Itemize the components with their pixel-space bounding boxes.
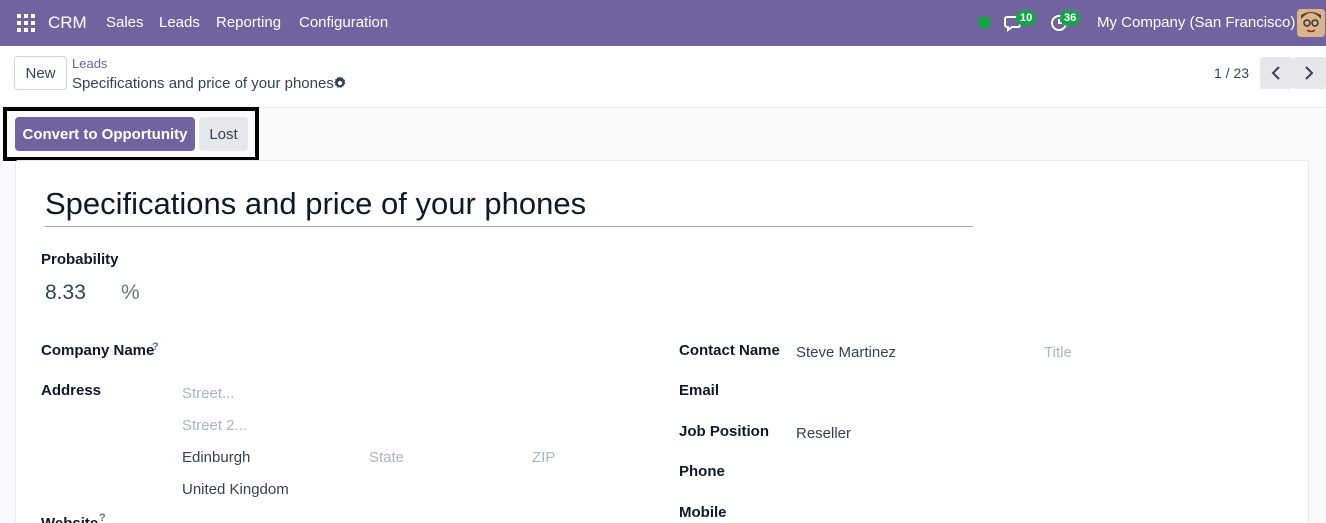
menu-leads[interactable]: Leads (159, 14, 200, 31)
chevron-right-icon (1305, 66, 1314, 80)
contact-name-label: Contact Name (679, 342, 780, 359)
lost-button[interactable]: Lost (199, 117, 248, 151)
control-panel: New Leads Specifications and price of yo… (0, 46, 1326, 108)
country-input[interactable]: United Kingdom (182, 481, 289, 498)
street-input[interactable]: Street... (182, 385, 235, 402)
menu-reporting[interactable]: Reporting (216, 14, 281, 31)
apps-menu-icon[interactable] (17, 14, 35, 32)
probability-label: Probability (41, 251, 119, 268)
menu-sales[interactable]: Sales (106, 14, 144, 31)
email-label: Email (679, 382, 720, 399)
presence-status-icon (978, 16, 991, 29)
pager-value[interactable]: 1 / 23 (1214, 65, 1249, 81)
phone-label: Phone (679, 463, 725, 480)
chevron-left-icon (1271, 66, 1280, 80)
pager-next-button[interactable] (1293, 57, 1326, 89)
breadcrumb-leads-link[interactable]: Leads (72, 56, 107, 71)
activities-badge: 36 (1060, 10, 1081, 26)
website-label: Website (41, 515, 98, 523)
state-input[interactable]: State (369, 449, 404, 466)
app-name[interactable]: CRM (48, 13, 87, 33)
company-switcher[interactable]: My Company (San Francisco) (1097, 14, 1295, 31)
user-avatar[interactable] (1297, 9, 1325, 37)
contact-title-input[interactable]: Title (1044, 344, 1072, 361)
company-name-help-icon[interactable]: ? (152, 341, 159, 353)
messages-badge: 10 (1016, 10, 1037, 26)
menu-configuration[interactable]: Configuration (299, 14, 388, 31)
gear-icon[interactable] (333, 76, 347, 90)
city-input[interactable]: Edinburgh (182, 449, 250, 466)
convert-to-opportunity-button[interactable]: Convert to Opportunity (15, 117, 195, 151)
job-position-label: Job Position (679, 423, 769, 440)
zip-input[interactable]: ZIP (532, 449, 555, 466)
pager-previous-button[interactable] (1260, 57, 1293, 89)
street2-input[interactable]: Street 2... (182, 417, 247, 434)
lead-title-input[interactable]: Specifications and price of your phones (45, 186, 973, 227)
job-position-input[interactable]: Reseller (796, 425, 851, 442)
breadcrumb-current: Specifications and price of your phones (72, 75, 334, 92)
top-navbar: CRM Sales Leads Reporting Configuration … (0, 0, 1326, 46)
mobile-label: Mobile (679, 504, 727, 521)
probability-unit: % (121, 281, 140, 304)
probability-input[interactable]: 8.33 (45, 281, 86, 305)
website-help-icon[interactable]: ? (99, 512, 106, 523)
company-name-label: Company Name (41, 342, 155, 359)
address-label: Address (41, 382, 102, 399)
contact-name-input[interactable]: Steve Martinez (796, 344, 896, 361)
new-button[interactable]: New (14, 56, 67, 90)
